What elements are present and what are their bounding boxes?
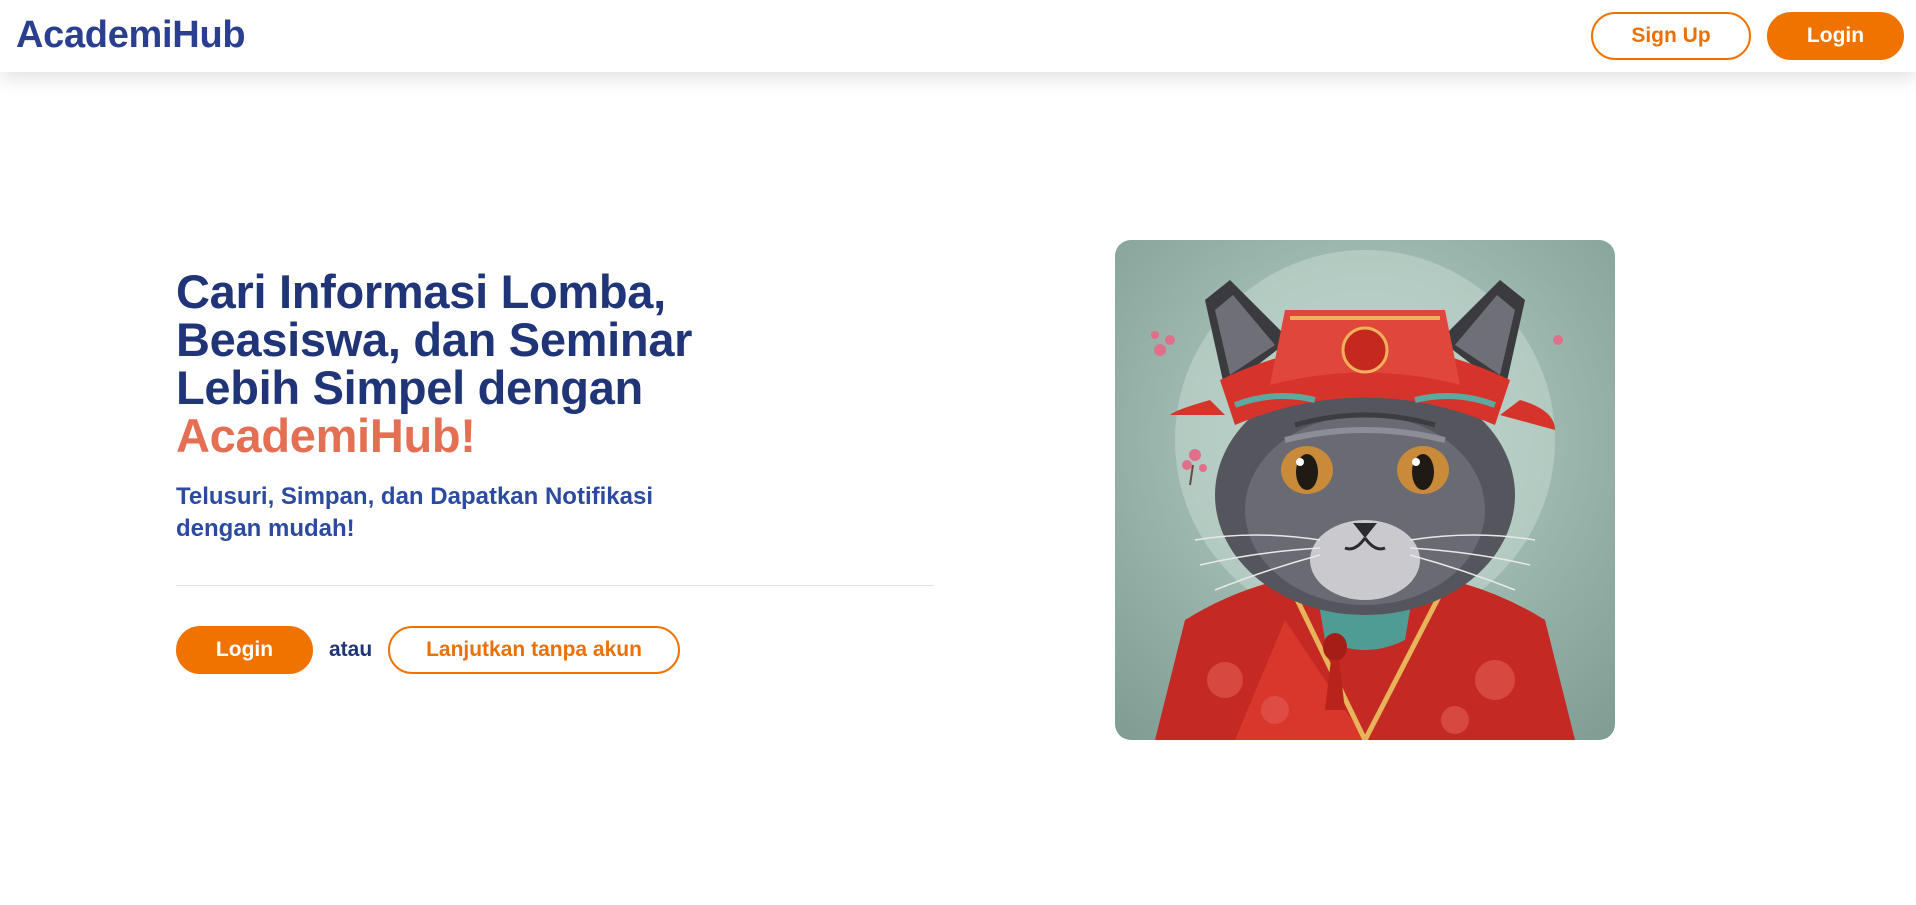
hero-title-accent: AcademiHub! <box>176 409 476 462</box>
hero-subtitle: Telusuri, Simpan, dan Dapatkan Notifikas… <box>176 483 653 542</box>
signup-button[interactable]: Sign Up <box>1591 12 1751 60</box>
hero-image <box>1115 240 1615 740</box>
cat-illustration <box>1151 250 1575 740</box>
hero-title-line-1: Cari Informasi Lomba, <box>176 265 666 318</box>
hero-login-button[interactable]: Login <box>176 626 313 674</box>
hero-title-line-3: Lebih Simpel dengan <box>176 361 643 414</box>
login-button[interactable]: Login <box>1767 12 1904 60</box>
continue-without-account-button[interactable]: Lanjutkan tanpa akun <box>388 626 680 674</box>
hero-title-line-2: Beasiswa, dan Seminar <box>176 313 693 366</box>
divider <box>176 585 934 586</box>
hero-title: Cari Informasi Lomba, Beasiswa, dan Semi… <box>176 268 796 460</box>
brand-logo[interactable]: AcademiHub <box>16 13 246 57</box>
navbar: AcademiHub Sign Up Login <box>0 0 1916 72</box>
or-label: atau <box>329 638 373 661</box>
